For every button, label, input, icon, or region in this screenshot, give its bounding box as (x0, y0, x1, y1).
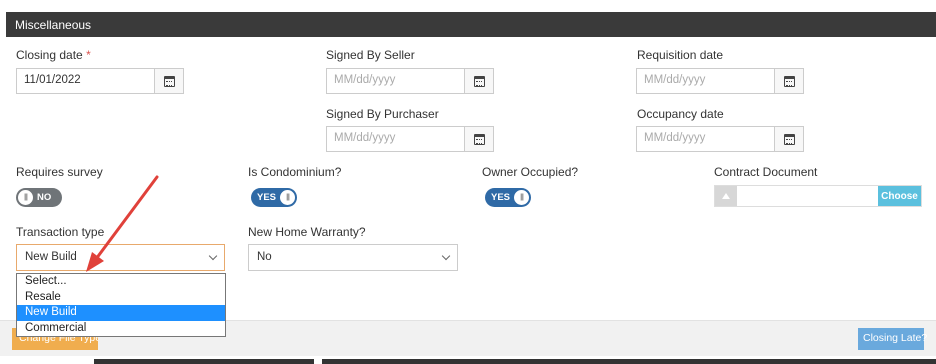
calendar-icon (473, 133, 485, 145)
requisition-date-calendar-button[interactable] (774, 68, 804, 94)
signed-by-purchaser-input[interactable]: MM/dd/yyyy (326, 126, 464, 152)
closing-late-button[interactable]: Closing Late? (858, 328, 927, 350)
requires-survey-state: NO (37, 192, 52, 203)
signed-by-purchaser-label: Signed By Purchaser (326, 107, 439, 121)
closing-date-label: Closing date * (16, 48, 91, 62)
closing-date-calendar-button[interactable] (154, 68, 184, 94)
dropdown-option-selected[interactable]: New Build (17, 305, 225, 321)
choose-file-button[interactable]: Choose (878, 186, 921, 206)
is-condominium-label: Is Condominium? (248, 165, 342, 179)
transaction-type-value: New Build (25, 251, 77, 263)
owner-occupied-state: YES (491, 192, 511, 203)
chevron-down-icon (441, 251, 451, 261)
is-condominium-state: YES (257, 192, 277, 203)
panel-title: Miscellaneous (15, 18, 92, 32)
toggle-knob-icon: ||| (18, 190, 33, 205)
chevron-down-icon (208, 251, 218, 261)
calendar-icon (163, 75, 175, 87)
closing-date-group: 11/01/2022 (16, 68, 184, 94)
occupancy-date-group: MM/dd/yyyy (636, 126, 804, 152)
dropdown-option[interactable]: Select... (17, 274, 225, 290)
bottom-scroll-bar-left (94, 359, 314, 364)
contract-document-upload: Choose (714, 185, 922, 207)
occupancy-date-input[interactable]: MM/dd/yyyy (636, 126, 774, 152)
transaction-type-label: Transaction type (16, 225, 105, 239)
occupancy-date-label: Occupancy date (637, 107, 724, 121)
transaction-type-select[interactable]: New Build (16, 244, 225, 271)
calendar-icon (473, 75, 485, 87)
occupancy-date-calendar-button[interactable] (774, 126, 804, 152)
dropdown-option[interactable]: Resale (17, 290, 225, 306)
required-mark: * (86, 48, 91, 62)
closing-date-label-text: Closing date (16, 48, 83, 62)
new-home-warranty-label: New Home Warranty? (248, 225, 366, 239)
contract-document-filename[interactable] (737, 186, 878, 206)
signed-by-purchaser-calendar-button[interactable] (464, 126, 494, 152)
is-condominium-toggle[interactable]: YES ||| (251, 188, 297, 207)
requisition-date-input[interactable]: MM/dd/yyyy (636, 68, 774, 94)
toggle-knob-icon: ||| (280, 190, 296, 205)
signed-by-seller-calendar-button[interactable] (464, 68, 494, 94)
contract-document-label: Contract Document (714, 165, 818, 179)
transaction-type-dropdown: Select... Resale New Build Commercial (16, 273, 226, 337)
owner-occupied-toggle[interactable]: YES ||| (485, 188, 531, 207)
signed-by-purchaser-group: MM/dd/yyyy (326, 126, 494, 152)
toggle-knob-icon: ||| (514, 190, 530, 205)
new-home-warranty-value: No (257, 251, 272, 263)
closing-date-input[interactable]: 11/01/2022 (16, 68, 154, 94)
calendar-icon (783, 133, 795, 145)
panel-header: Miscellaneous (6, 12, 936, 37)
requires-survey-label: Requires survey (16, 165, 103, 179)
new-home-warranty-select[interactable]: No (248, 244, 458, 271)
signed-by-seller-label: Signed By Seller (326, 48, 415, 62)
requisition-date-label: Requisition date (637, 48, 724, 62)
requires-survey-toggle[interactable]: ||| NO (16, 188, 62, 207)
bottom-scroll-bar-right (322, 359, 936, 364)
signed-by-seller-group: MM/dd/yyyy (326, 68, 494, 94)
upload-icon (715, 186, 737, 206)
signed-by-seller-input[interactable]: MM/dd/yyyy (326, 68, 464, 94)
dropdown-option[interactable]: Commercial (17, 321, 225, 337)
calendar-icon (783, 75, 795, 87)
owner-occupied-label: Owner Occupied? (482, 165, 579, 179)
requisition-date-group: MM/dd/yyyy (636, 68, 804, 94)
